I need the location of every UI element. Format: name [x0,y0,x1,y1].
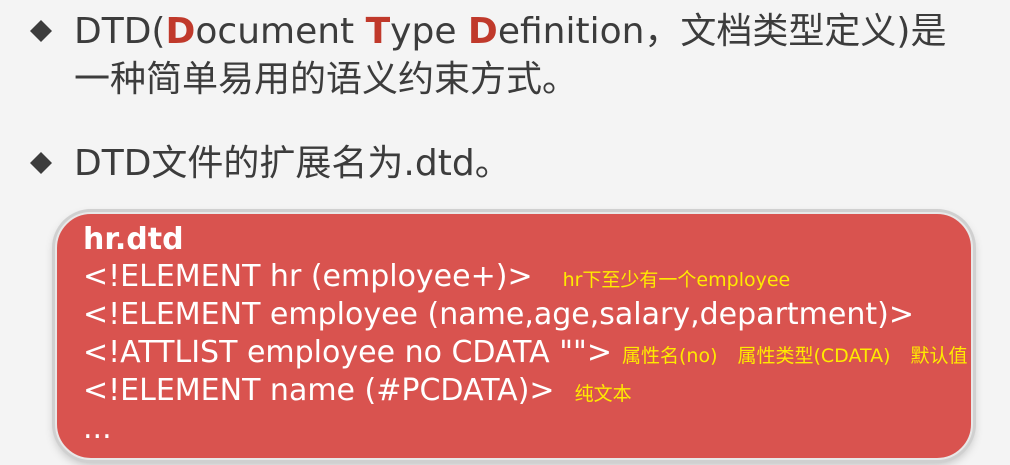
code-line-1: <!ELEMENT hr (employee+)> hr下至少有一个employ… [83,258,971,296]
bullet-dtd-extension: DTD文件的扩展名为.dtd。 [30,140,980,188]
annotation-note-attr-name: 属性名(no) [621,345,718,367]
bullet-dtd-definition: DTD(Document Type Definition，文档类型定义)是一种简… [30,8,980,104]
bullet-text: DTD(Document Type Definition，文档类型定义)是一种简… [74,8,980,104]
highlight-letter-t: T [365,11,391,52]
annotation-note-default-value: 默认值 [910,345,968,367]
code-line-4: <!ELEMENT name (#PCDATA)> 纯文本 [83,372,971,410]
text-segment: DTD( [74,11,166,52]
code-text: <!ELEMENT employee (name,age,salary,depa… [83,297,914,332]
diamond-bullet-icon [30,152,52,174]
code-text: ... [83,411,112,446]
code-example-box: hr.dtd <!ELEMENT hr (employee+)> hr下至少有一… [55,212,973,460]
annotation-note: hr下至少有一个employee [562,269,791,291]
code-text: <!ATTLIST employee no CDATA ""> [83,335,612,370]
text-segment: ocument [195,11,366,52]
highlight-letter-d: D [165,11,196,52]
code-line-3: <!ATTLIST employee no CDATA ""> 属性名(no) … [83,334,971,372]
highlight-letter-d2: D [467,11,498,52]
code-filename: hr.dtd [83,222,184,257]
annotation-note: 纯文本 [574,383,632,405]
code-line-5: ... [83,410,971,448]
bullet-text: DTD文件的扩展名为.dtd。 [74,143,511,184]
code-text: <!ELEMENT hr (employee+)> [83,259,533,294]
text-segment: ype [390,11,468,52]
code-line-2: <!ELEMENT employee (name,age,salary,depa… [83,296,971,334]
diamond-bullet-icon [30,20,52,42]
code-text: <!ELEMENT name (#PCDATA)> [83,373,555,408]
annotation-note-attr-type: 属性类型(CDATA) [737,345,891,367]
